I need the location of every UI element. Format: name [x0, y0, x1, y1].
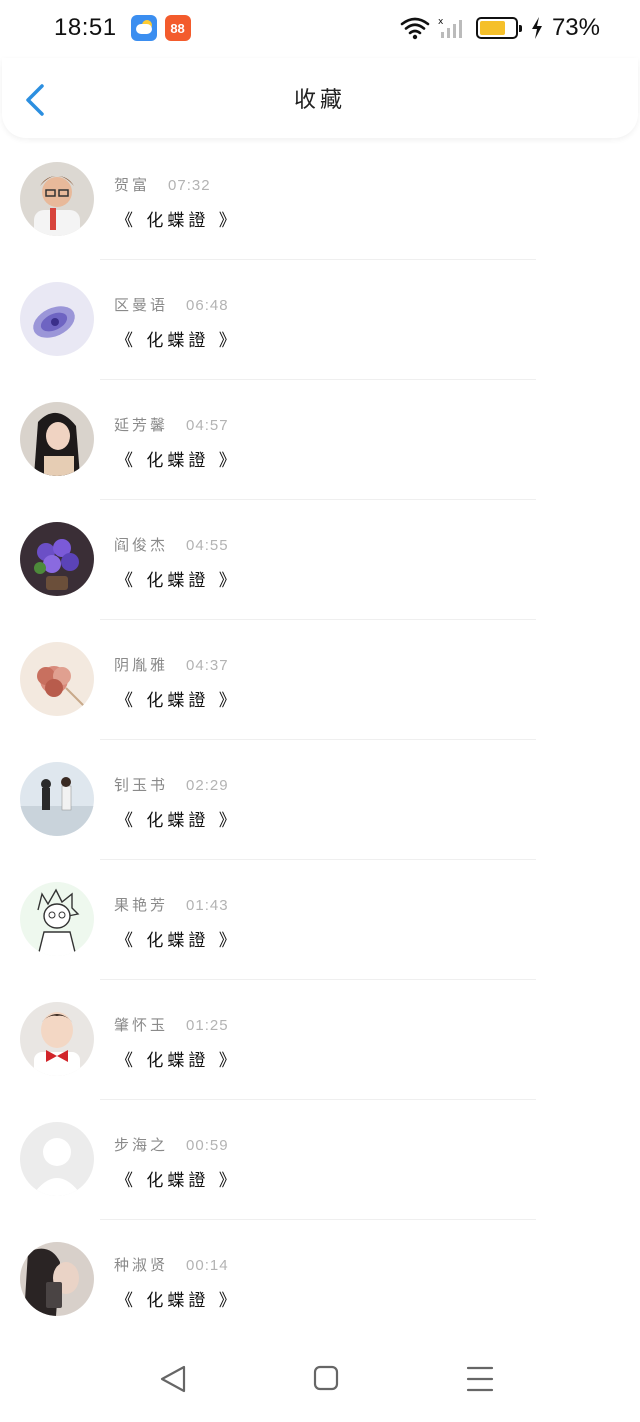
- favorite-item[interactable]: 贺富 07:32 《 化蝶證 》: [0, 140, 640, 260]
- status-time: 18:51: [54, 14, 117, 41]
- item-time: 06:48: [186, 297, 229, 314]
- favorite-item[interactable]: 阴胤雅 04:37 《 化蝶證 》: [0, 620, 640, 740]
- item-time: 00:59: [186, 1137, 229, 1154]
- signal-icon: x: [438, 17, 462, 38]
- item-time: 07:32: [168, 177, 211, 194]
- avatar[interactable]: [20, 762, 94, 836]
- favorites-list: 贺富 07:32 《 化蝶證 》 区曼语 06:48 《 化蝶證 》 延芳馨 0…: [0, 140, 640, 1340]
- item-header: 延芳馨 04:57: [114, 414, 229, 435]
- avatar[interactable]: [20, 642, 94, 716]
- item-name: 阴胤雅: [114, 656, 169, 674]
- item-time: 02:29: [186, 777, 229, 794]
- avatar[interactable]: [20, 402, 94, 476]
- status-bar: 18:51 88 x 73%: [0, 0, 640, 56]
- favorite-item[interactable]: 区曼语 06:48 《 化蝶證 》: [0, 260, 640, 380]
- battery-level-fill: [479, 21, 505, 35]
- favorite-item[interactable]: 延芳馨 04:57 《 化蝶證 》: [0, 380, 640, 500]
- charging-icon: [531, 17, 542, 39]
- item-header: 步海之 00:59: [114, 1134, 229, 1155]
- back-button[interactable]: [22, 84, 50, 116]
- svg-text:x: x: [438, 17, 444, 27]
- avatar[interactable]: [20, 522, 94, 596]
- item-header: 区曼语 06:48: [114, 294, 229, 315]
- item-message: 《 化蝶證 》: [116, 811, 240, 831]
- favorite-item[interactable]: 肇怀玉 01:25 《 化蝶證 》: [0, 980, 640, 1100]
- item-name: 区曼语: [114, 296, 169, 314]
- item-message: 《 化蝶證 》: [116, 691, 240, 711]
- back-triangle-icon[interactable]: [154, 1362, 194, 1396]
- item-time: 04:37: [186, 657, 229, 674]
- item-name: 贺富: [114, 176, 151, 194]
- status-indicators: x 73%: [400, 14, 600, 42]
- system-nav-bar: [0, 1342, 640, 1414]
- item-time: 04:55: [186, 537, 229, 554]
- battery-icon: [475, 17, 522, 39]
- item-header: 种淑贤 00:14: [114, 1254, 229, 1275]
- item-name: 步海之: [114, 1136, 169, 1154]
- item-message: 《 化蝶證 》: [116, 451, 240, 471]
- battery-percent: 73%: [551, 14, 600, 41]
- item-name: 钊玉书: [114, 776, 169, 794]
- item-header: 阴胤雅 04:37: [114, 654, 229, 675]
- shop-app-icon: 88: [164, 15, 191, 41]
- avatar[interactable]: [20, 1122, 94, 1196]
- chevron-left-icon: [26, 84, 44, 116]
- item-time: 04:57: [186, 417, 229, 434]
- favorites-screen: 18:51 88 x 73% 收藏 贺富 07:32 《 化蝶證 》 区曼语 0…: [0, 0, 640, 1422]
- item-message: 《 化蝶證 》: [116, 331, 240, 351]
- wifi-icon: [400, 17, 430, 40]
- item-name: 果艳芳: [114, 896, 169, 914]
- item-message: 《 化蝶證 》: [116, 931, 240, 951]
- favorite-item[interactable]: 阎俊杰 04:55 《 化蝶證 》: [0, 500, 640, 620]
- item-header: 果艳芳 01:43: [114, 894, 229, 915]
- item-time: 01:43: [186, 897, 229, 914]
- weather-app-icon: [130, 15, 157, 41]
- avatar[interactable]: [20, 1002, 94, 1076]
- item-name: 延芳馨: [114, 416, 169, 434]
- item-name: 阎俊杰: [114, 536, 169, 554]
- item-message: 《 化蝶證 》: [116, 1051, 240, 1071]
- item-message: 《 化蝶證 》: [116, 571, 240, 591]
- home-square-icon[interactable]: [306, 1362, 346, 1396]
- item-message: 《 化蝶證 》: [116, 1171, 240, 1191]
- item-message: 《 化蝶證 》: [116, 1291, 240, 1311]
- item-name: 肇怀玉: [114, 1016, 169, 1034]
- avatar[interactable]: [20, 1242, 94, 1316]
- favorite-item[interactable]: 钊玉书 02:29 《 化蝶證 》: [0, 740, 640, 860]
- item-time: 01:25: [186, 1017, 229, 1034]
- favorite-item[interactable]: 步海之 00:59 《 化蝶證 》: [0, 1100, 640, 1220]
- page-title: 收藏: [293, 88, 346, 113]
- favorite-item[interactable]: 种淑贤 00:14 《 化蝶證 》: [0, 1220, 640, 1340]
- item-header: 钊玉书 02:29: [114, 774, 229, 795]
- item-message: 《 化蝶證 》: [116, 211, 240, 231]
- favorite-item[interactable]: 果艳芳 01:43 《 化蝶證 》: [0, 860, 640, 980]
- status-app-icons: 88: [130, 15, 191, 41]
- avatar[interactable]: [20, 162, 94, 236]
- avatar[interactable]: [20, 882, 94, 956]
- item-header: 贺富 07:32: [114, 174, 211, 195]
- menu-lines-icon[interactable]: [460, 1362, 500, 1396]
- avatar[interactable]: [20, 282, 94, 356]
- item-time: 00:14: [186, 1257, 229, 1274]
- page-header: 收藏: [2, 58, 638, 138]
- item-name: 种淑贤: [114, 1256, 169, 1274]
- item-header: 肇怀玉 01:25: [114, 1014, 229, 1035]
- item-header: 阎俊杰 04:55: [114, 534, 229, 555]
